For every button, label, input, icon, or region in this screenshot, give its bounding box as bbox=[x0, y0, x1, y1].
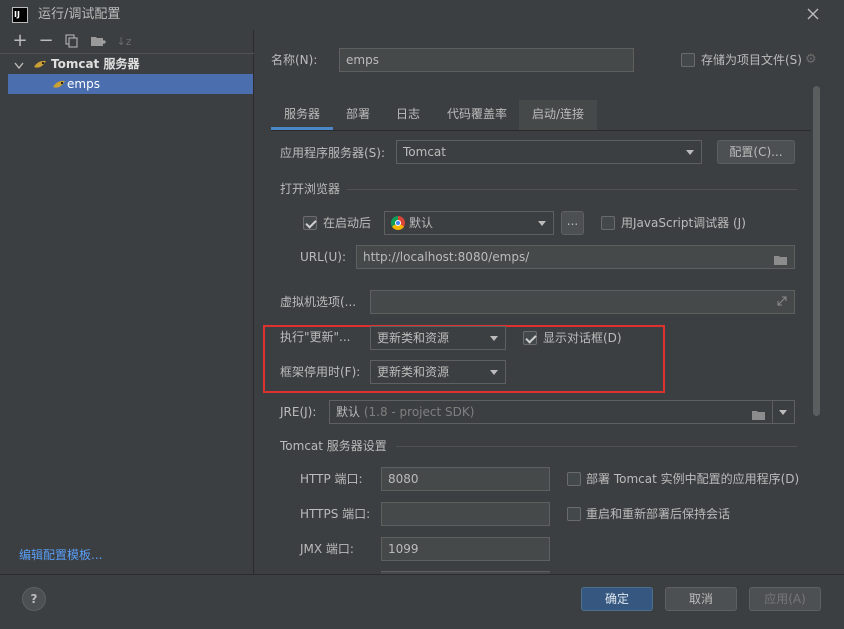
vm-options-input[interactable] bbox=[370, 290, 795, 314]
url-input[interactable]: http://localhost:8080/emps/ bbox=[356, 245, 795, 269]
frame-deactivation-select[interactable]: 更新类和资源 bbox=[370, 360, 506, 384]
help-icon[interactable]: ? bbox=[22, 587, 46, 611]
folder-icon[interactable] bbox=[773, 251, 789, 268]
store-as-project-label: 存储为项目文件(S) bbox=[701, 53, 802, 67]
edit-templates-link[interactable]: 编辑配置模板... bbox=[19, 547, 102, 563]
chevron-down-icon bbox=[490, 336, 498, 341]
browser-browse-button[interactable]: ... bbox=[561, 211, 584, 235]
on-update-label: 执行"更新"... bbox=[280, 330, 351, 344]
apply-button[interactable]: 应用(A) bbox=[749, 587, 821, 611]
https-port-label: HTTPS 端口: bbox=[300, 507, 371, 521]
footer: ? 确定 取消 应用(A) bbox=[0, 574, 844, 629]
left-panel: + − ↓z Tomcat 服务器 emps 编辑配置模板... bbox=[0, 30, 254, 574]
tab-label: 代码覆盖率 bbox=[446, 107, 507, 121]
chevron-down-icon bbox=[538, 221, 546, 226]
tab-label: 日志 bbox=[395, 107, 420, 121]
jmx-port-input[interactable]: 1099 bbox=[381, 537, 550, 561]
scrollbar-thumb[interactable] bbox=[813, 86, 820, 416]
close-icon[interactable] bbox=[806, 7, 820, 21]
http-port-label: HTTP 端口: bbox=[300, 472, 363, 486]
after-launch-label: 在启动后 bbox=[323, 216, 372, 230]
section-divider bbox=[347, 189, 797, 190]
store-as-project-checkbox[interactable] bbox=[681, 53, 695, 67]
jre-hint: (1.8 - project SDK) bbox=[360, 405, 475, 419]
expand-icon[interactable] bbox=[776, 295, 788, 310]
tree-item-label: emps bbox=[67, 77, 100, 91]
section-divider bbox=[396, 446, 797, 447]
tree-group-row[interactable]: Tomcat 服务器 bbox=[0, 54, 254, 74]
jre-input[interactable]: 默认 (1.8 - project SDK) bbox=[329, 400, 773, 424]
preserve-sessions-checkbox[interactable] bbox=[567, 507, 581, 521]
deploy-configured-label: 部署 Tomcat 实例中配置的应用程序(D) bbox=[586, 472, 800, 486]
run-debug-config-dialog: IJ 运行/调试配置 + − ↓z Tomcat 服务器 emps 编辑配置模板… bbox=[0, 0, 844, 629]
jre-value: 默认 bbox=[336, 405, 361, 419]
deploy-configured-checkbox[interactable] bbox=[567, 472, 581, 486]
http-port-input[interactable]: 8080 bbox=[381, 467, 550, 491]
after-launch-checkbox[interactable] bbox=[303, 216, 317, 230]
app-server-value: Tomcat bbox=[403, 145, 446, 159]
frame-deactivation-label: 框架停用时(F): bbox=[280, 365, 361, 379]
jre-dropdown-button[interactable] bbox=[772, 400, 795, 424]
tab-divider bbox=[271, 130, 811, 131]
tab-deployment[interactable]: 部署 bbox=[335, 100, 381, 130]
new-folder-icon[interactable] bbox=[90, 34, 106, 50]
folder-icon[interactable] bbox=[751, 406, 767, 423]
chrome-icon bbox=[391, 216, 405, 230]
name-input[interactable]: emps bbox=[339, 48, 634, 72]
vm-options-label: 虚拟机选项(... bbox=[280, 295, 357, 309]
tree-toolbar: + − ↓z bbox=[0, 30, 254, 54]
jre-label: JRE(J): bbox=[280, 405, 317, 419]
https-port-input[interactable] bbox=[381, 502, 550, 526]
show-dialog-checkbox[interactable] bbox=[523, 331, 537, 345]
js-debugger-label: 用JavaScript调试器 (J) bbox=[621, 216, 746, 230]
tree-group-label: Tomcat 服务器 bbox=[51, 57, 140, 71]
url-label: URL(U): bbox=[300, 250, 346, 264]
tab-startup-connection[interactable]: 启动/连接 bbox=[519, 100, 597, 130]
tab-label: 启动/连接 bbox=[531, 107, 585, 121]
tab-label: 服务器 bbox=[283, 107, 320, 121]
tomcat-settings-section-title: Tomcat 服务器设置 bbox=[280, 439, 387, 453]
chevron-down-icon bbox=[779, 410, 787, 415]
ok-button[interactable]: 确定 bbox=[581, 587, 653, 611]
preserve-sessions-label: 重启和重新部署后保持会话 bbox=[586, 507, 731, 521]
sort-icon[interactable]: ↓z bbox=[116, 34, 132, 50]
add-icon[interactable]: + bbox=[12, 32, 28, 50]
window-title: 运行/调试配置 bbox=[38, 7, 121, 22]
tomcat-icon bbox=[33, 57, 47, 74]
frame-deactivation-value: 更新类和资源 bbox=[377, 365, 450, 379]
copy-icon[interactable] bbox=[64, 34, 80, 50]
open-browser-section-title: 打开浏览器 bbox=[280, 182, 341, 196]
app-server-label: 应用程序服务器(S): bbox=[280, 146, 386, 160]
chevron-down-icon bbox=[490, 370, 498, 375]
browser-value: 默认 bbox=[409, 216, 434, 230]
name-label: 名称(N): bbox=[271, 53, 318, 67]
chevron-down-icon[interactable] bbox=[14, 59, 24, 73]
chevron-down-icon bbox=[686, 150, 694, 155]
show-dialog-label: 显示对话框(D) bbox=[543, 331, 622, 345]
app-logo-icon: IJ bbox=[12, 7, 28, 23]
gear-icon[interactable]: ⚙ bbox=[805, 53, 817, 67]
tab-code-coverage[interactable]: 代码覆盖率 bbox=[437, 100, 517, 130]
jmx-port-label: JMX 端口: bbox=[300, 542, 354, 556]
url-value: http://localhost:8080/emps/ bbox=[363, 250, 530, 264]
tab-server[interactable]: 服务器 bbox=[271, 100, 333, 130]
js-debugger-checkbox[interactable] bbox=[601, 216, 615, 230]
cancel-button[interactable]: 取消 bbox=[665, 587, 737, 611]
app-server-select[interactable]: Tomcat bbox=[396, 140, 702, 164]
on-update-select[interactable]: 更新类和资源 bbox=[370, 326, 506, 350]
on-update-value: 更新类和资源 bbox=[377, 331, 450, 345]
right-panel: 名称(N): emps 存储为项目文件(S) ⚙ 服务器 部署 日志 代码覆盖率… bbox=[255, 30, 844, 574]
title-bar: IJ 运行/调试配置 bbox=[0, 0, 844, 30]
browser-select[interactable]: 默认 bbox=[384, 211, 554, 235]
tab-logs[interactable]: 日志 bbox=[385, 100, 431, 130]
tab-label: 部署 bbox=[345, 107, 370, 121]
tree-item-emps[interactable]: emps bbox=[8, 74, 253, 94]
configure-button[interactable]: 配置(C)... bbox=[717, 140, 795, 164]
remove-icon[interactable]: − bbox=[38, 32, 54, 50]
tomcat-icon bbox=[52, 77, 66, 94]
